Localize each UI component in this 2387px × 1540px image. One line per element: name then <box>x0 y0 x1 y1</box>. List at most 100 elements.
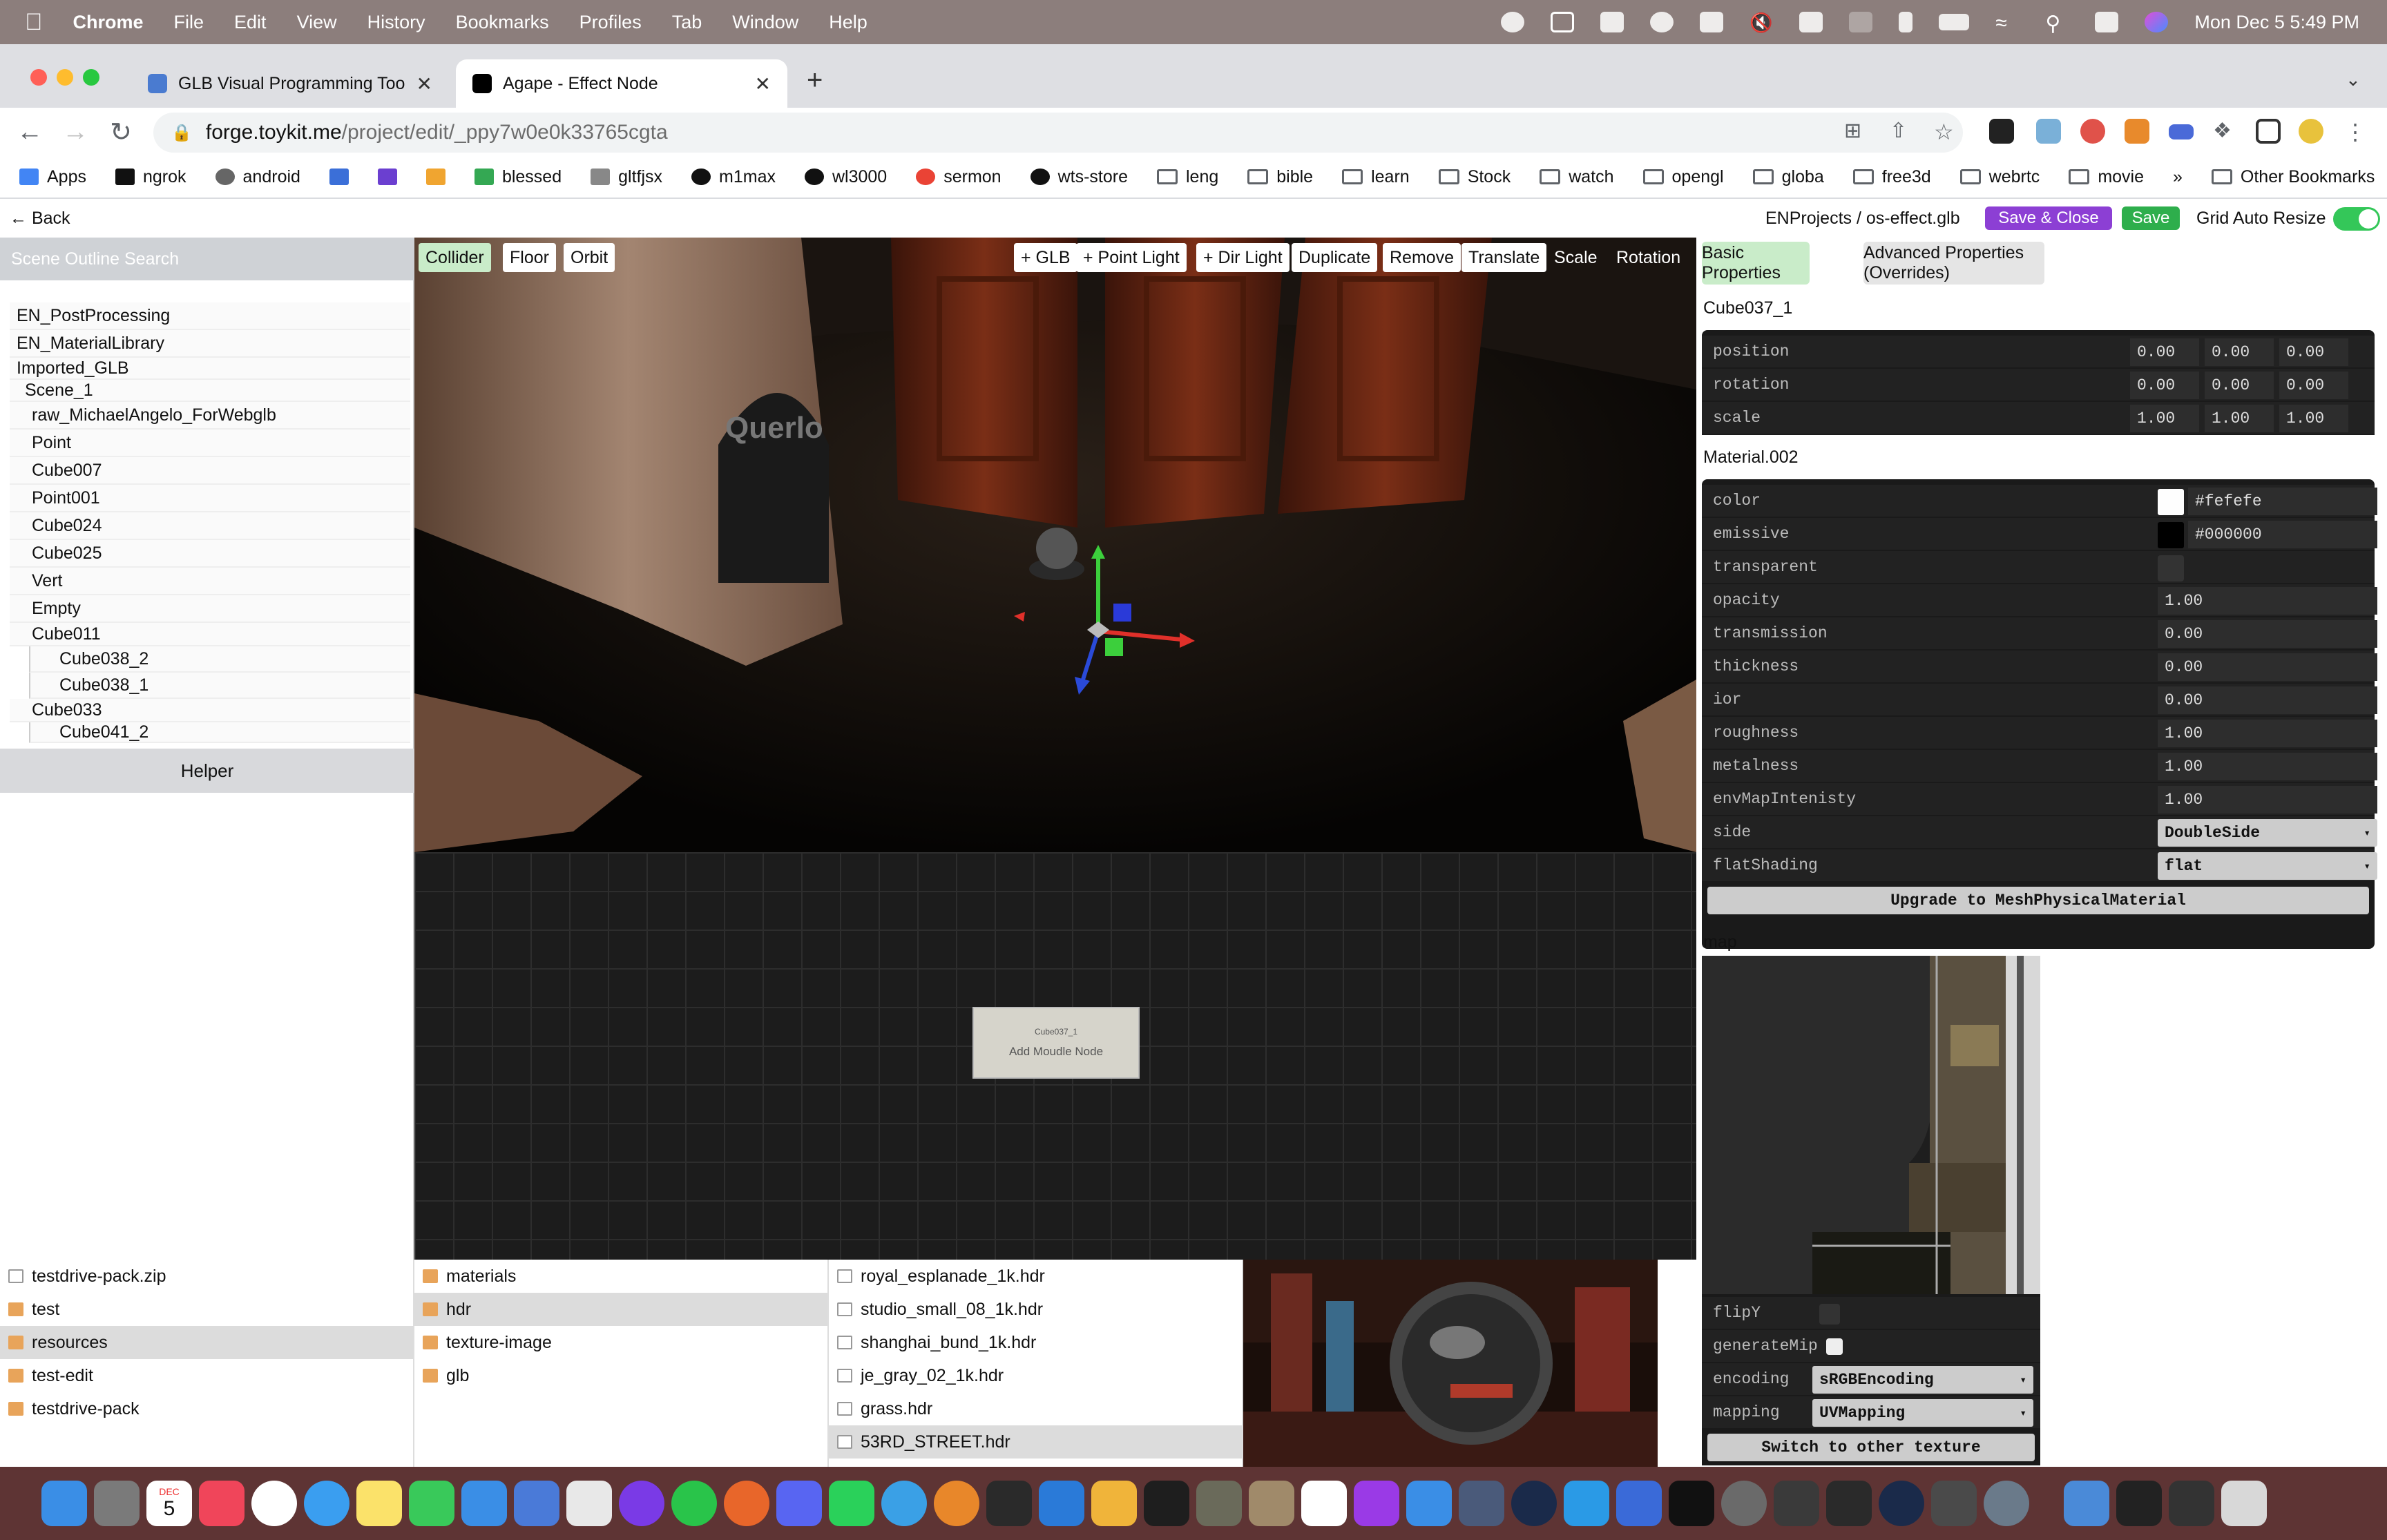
bookmark-folder-bible[interactable]: bible <box>1247 167 1313 187</box>
folder-item-selected[interactable]: resources <box>0 1326 413 1359</box>
flipy-checkbox[interactable] <box>1819 1304 1840 1325</box>
ior-input[interactable]: 0.00 <box>2158 686 2377 714</box>
menu-app-name[interactable]: Chrome <box>73 12 144 33</box>
messenger-icon[interactable] <box>619 1481 664 1526</box>
reload-icon[interactable]: ↻ <box>98 117 144 148</box>
address-bar[interactable]: 🔒 forge.toykit.me /project/edit/_ppy7w0e… <box>153 113 1963 153</box>
file-item[interactable]: grass.hdr <box>829 1392 1242 1425</box>
install-icon[interactable]: ⊞ <box>1844 119 1869 144</box>
wifi-icon[interactable]: ≈ <box>1995 12 2019 35</box>
battery-icon[interactable] <box>1939 14 1970 30</box>
tree-node[interactable]: EN_PostProcessing <box>10 302 410 330</box>
tree-node[interactable]: Cube011 <box>10 623 410 646</box>
add-module-node[interactable]: Cube037_1 Add Moudle Node <box>972 1007 1140 1079</box>
tab-basic-properties[interactable]: Basic Properties <box>1702 242 1810 285</box>
bookmark-gltfjsx[interactable]: gltfjsx <box>591 167 662 187</box>
emissive-hex-input[interactable]: #000000 <box>2188 521 2377 548</box>
app-icon[interactable] <box>986 1481 1032 1526</box>
tab-search-icon[interactable]: ⌄ <box>2346 69 2361 90</box>
cinema4d-icon[interactable] <box>1511 1481 1557 1526</box>
back-arrow-icon[interactable]: ← <box>7 117 52 147</box>
bookmark-blessed[interactable]: blessed <box>474 167 562 187</box>
browser-tab-active[interactable]: Agape - Effect Node ✕ <box>456 59 787 108</box>
reminders-icon[interactable] <box>1301 1481 1347 1526</box>
bookmark-folder-opengl[interactable]: opengl <box>1642 167 1724 187</box>
tree-node[interactable]: Point <box>10 430 410 457</box>
bookmark-folder-globa[interactable]: globa <box>1752 167 1824 187</box>
transmission-input[interactable]: 0.00 <box>2158 620 2377 648</box>
bookmark-star-icon[interactable]: ☆ <box>1934 119 1959 144</box>
side-panel-icon[interactable] <box>2256 119 2281 144</box>
mail-icon[interactable] <box>461 1481 507 1526</box>
bookmark-folder-learn[interactable]: learn <box>1342 167 1410 187</box>
bookmark-other[interactable]: Other Bookmarks <box>2211 167 2375 187</box>
grid-auto-resize-toggle[interactable] <box>2333 207 2380 231</box>
side-select[interactable]: DoubleSide ▾ <box>2158 819 2377 847</box>
collider-button[interactable]: Collider <box>419 243 491 272</box>
unity-icon[interactable] <box>1826 1481 1872 1526</box>
position-y-input[interactable]: 0.00 <box>2205 338 2274 366</box>
messages-icon[interactable] <box>409 1481 454 1526</box>
finder-icon[interactable] <box>41 1481 87 1526</box>
bookmark-folder-stock[interactable]: Stock <box>1438 167 1511 187</box>
switch-texture-button[interactable]: Switch to other texture <box>1707 1434 2035 1461</box>
file-item-selected[interactable]: 53RD_STREET.hdr <box>829 1425 1242 1459</box>
metalness-input[interactable]: 1.00 <box>2158 753 2377 780</box>
transparent-checkbox[interactable] <box>2158 555 2184 581</box>
add-point-light-button[interactable]: + Point Light <box>1076 243 1187 272</box>
trash-icon[interactable] <box>2221 1481 2267 1526</box>
bookmark-lab[interactable] <box>329 169 349 185</box>
vscode-icon[interactable] <box>1039 1481 1084 1526</box>
profile-avatar[interactable] <box>2299 119 2323 144</box>
extension-icon[interactable] <box>1989 119 2014 144</box>
epic-games-icon[interactable] <box>1669 1481 1714 1526</box>
bookmarks-overflow[interactable]: » <box>2173 167 2183 187</box>
scene-outline-search[interactable]: Scene Outline Search <box>0 238 414 280</box>
bookmark-wts-store[interactable]: wts-store <box>1030 167 1128 187</box>
add-dir-light-button[interactable]: + Dir Light <box>1196 243 1290 272</box>
file-item[interactable]: testdrive-pack.zip <box>0 1260 413 1293</box>
bookmark-ngrok[interactable]: ngrok <box>115 167 186 187</box>
app-icon[interactable] <box>1774 1481 1819 1526</box>
wechat-icon[interactable] <box>829 1481 874 1526</box>
menu-edit[interactable]: Edit <box>234 12 267 33</box>
siri-icon[interactable] <box>2145 12 2169 32</box>
position-z-input[interactable]: 0.00 <box>2279 338 2348 366</box>
bookmark-folder-movie[interactable]: movie <box>2069 167 2144 187</box>
tree-node[interactable]: Scene_1 <box>10 380 410 402</box>
new-tab-icon[interactable]: + <box>807 65 823 96</box>
docker-icon[interactable] <box>1564 1481 1609 1526</box>
bookmark-folder-webrtc[interactable]: webrtc <box>1959 167 2040 187</box>
roughness-input[interactable]: 1.00 <box>2158 720 2377 747</box>
app-store-icon[interactable] <box>514 1481 559 1526</box>
save-close-button[interactable]: Save & Close <box>1985 206 2112 230</box>
folder-item[interactable]: test-edit <box>0 1359 413 1392</box>
add-glb-button[interactable]: + GLB <box>1014 243 1077 272</box>
figma-icon[interactable] <box>1144 1481 1189 1526</box>
app-icon[interactable] <box>1616 1481 1662 1526</box>
folder-item[interactable]: materials <box>414 1260 827 1293</box>
rotation-z-input[interactable]: 0.00 <box>2279 372 2348 399</box>
apple-icon[interactable]:  <box>25 9 43 36</box>
discord-icon[interactable] <box>776 1481 822 1526</box>
menu-tab[interactable]: Tab <box>672 12 702 33</box>
window-zoom-button[interactable] <box>83 69 99 86</box>
color-hex-input[interactable]: #fefefe <box>2188 488 2377 515</box>
extension-icon[interactable] <box>2080 119 2105 144</box>
bookmark-folder-watch[interactable]: watch <box>1540 167 1614 187</box>
bookmark-sermon[interactable]: sermon <box>916 167 1001 187</box>
cylinder-object[interactable] <box>1036 528 1077 569</box>
sketch-icon[interactable] <box>1091 1481 1137 1526</box>
orbit-button[interactable]: Orbit <box>564 243 615 272</box>
contacts-icon[interactable] <box>1249 1481 1294 1526</box>
mapping-select[interactable]: UVMapping ▾ <box>1812 1399 2033 1427</box>
preview-icon[interactable] <box>1984 1481 2029 1526</box>
tree-node[interactable]: Point001 <box>10 485 410 512</box>
scene-render[interactable]: Querlo <box>414 238 1696 852</box>
remove-button[interactable]: Remove <box>1383 243 1461 272</box>
texture-map-preview[interactable] <box>1702 956 2040 1294</box>
input-source-icon[interactable] <box>1799 12 1823 32</box>
color-swatch[interactable] <box>2158 489 2184 515</box>
calendar-icon[interactable]: DEC 5 <box>146 1481 192 1526</box>
window-close-button[interactable] <box>30 69 47 86</box>
